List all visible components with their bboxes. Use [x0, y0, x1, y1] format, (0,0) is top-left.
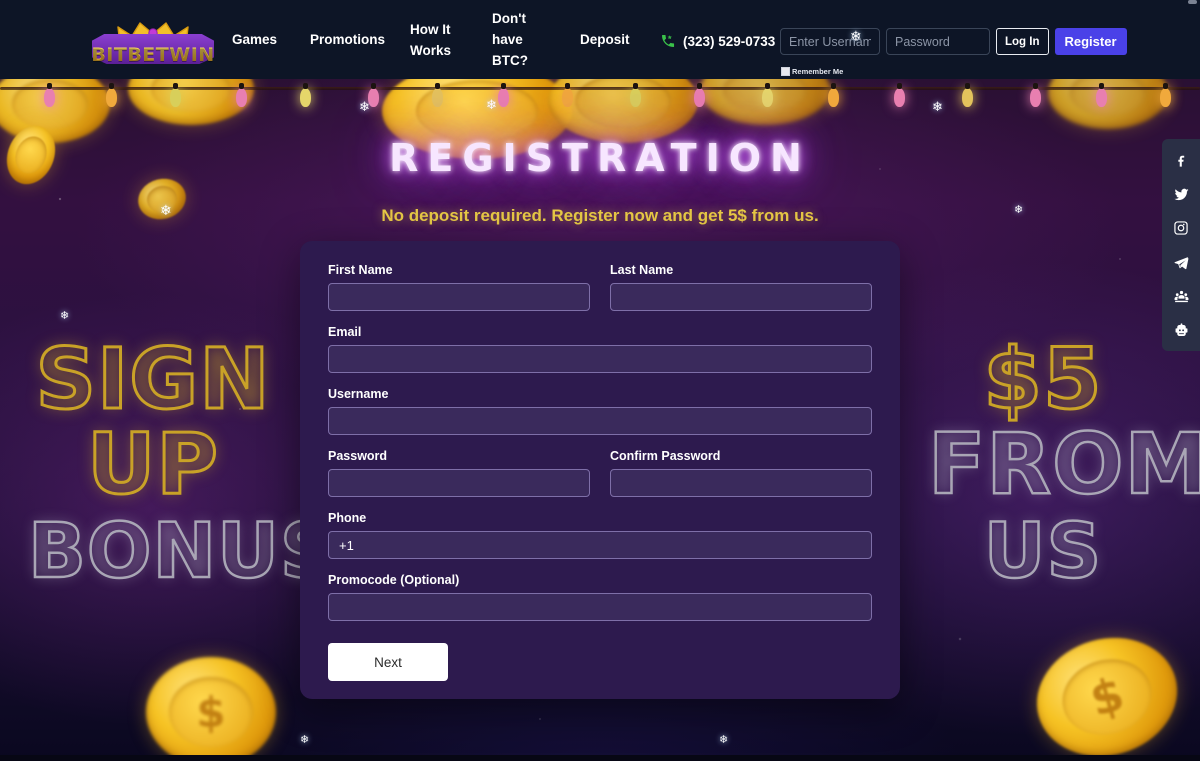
confirm-password-label: Confirm Password — [610, 449, 721, 463]
password-login-input[interactable] — [886, 28, 990, 55]
telegram-icon[interactable] — [1171, 252, 1191, 272]
site-logo[interactable]: BITBETWIN — [91, 8, 214, 70]
phone-label: Phone — [328, 511, 367, 525]
field-group-last-name: Last Name — [610, 263, 872, 311]
register-button[interactable]: Register — [1054, 28, 1127, 55]
light-bulb — [828, 83, 839, 107]
field-group-username: Username — [328, 387, 872, 435]
snowflake-icon: ❄ — [60, 310, 70, 322]
nav-item-deposit[interactable]: Deposit — [570, 29, 666, 50]
remember-me-checkbox[interactable] — [781, 67, 790, 76]
phone-number: (323) 529-0733 — [683, 33, 776, 49]
right-promo-line-1: $5 — [982, 330, 1103, 428]
light-bulb — [236, 83, 247, 107]
logo-text: BITBETWIN — [91, 44, 214, 70]
email-input[interactable] — [328, 345, 872, 373]
light-bulb — [1160, 83, 1171, 107]
field-group-password: Password — [328, 449, 590, 497]
phone-input[interactable] — [328, 531, 872, 559]
scrollbar-thumb[interactable] — [1188, 0, 1197, 4]
nav-item-promotions[interactable]: Promotions — [300, 29, 400, 50]
facebook-icon[interactable] — [1171, 150, 1191, 170]
left-promo-text: SIGN UP BONUS — [27, 330, 336, 595]
right-promo-text: $5 FROM US — [927, 330, 1200, 595]
page-bottom-edge — [0, 755, 1200, 761]
phone-icon — [660, 33, 676, 49]
community-icon[interactable] — [1171, 286, 1191, 306]
password-label: Password — [328, 449, 388, 463]
registration-form-panel: First Name Last Name Email Username Pass… — [300, 241, 900, 699]
password-input[interactable] — [328, 469, 590, 497]
field-group-first-name: First Name — [328, 263, 590, 311]
page-title: REGISTRATION — [389, 136, 811, 180]
string-lights-decoration — [0, 79, 1200, 125]
first-name-label: First Name — [328, 263, 393, 277]
first-name-input[interactable] — [328, 283, 590, 311]
light-bulb — [1096, 83, 1107, 107]
form-row-password: Password Confirm Password — [328, 449, 872, 511]
site-header: BITBETWIN Games Promotions How It Works … — [0, 0, 1200, 79]
username-login-input[interactable] — [780, 28, 880, 55]
light-bulb — [694, 83, 705, 107]
instagram-icon[interactable] — [1171, 218, 1191, 238]
light-bulb — [962, 83, 973, 107]
promocode-input[interactable] — [328, 593, 872, 621]
right-promo-line-3: US — [983, 505, 1103, 595]
login-button[interactable]: Log In — [996, 28, 1049, 55]
last-name-label: Last Name — [610, 263, 674, 277]
light-bulb — [498, 83, 509, 107]
auth-controls: Log In Register — [780, 28, 1127, 55]
snowflake-icon: ❄ — [486, 97, 497, 112]
nav-item-games[interactable]: Games — [222, 29, 300, 50]
light-bulb — [894, 83, 905, 107]
promocode-label: Promocode (Optional) — [328, 573, 460, 587]
light-bulb — [170, 83, 181, 107]
light-bulb — [1030, 83, 1041, 107]
light-bulb — [630, 83, 641, 107]
twitter-icon[interactable] — [1171, 184, 1191, 204]
light-wire — [0, 87, 1200, 90]
bot-icon[interactable] — [1171, 320, 1191, 340]
light-bulb — [300, 83, 311, 107]
phone-link[interactable]: (323) 529-0733 — [660, 33, 775, 49]
form-row-name: First Name Last Name — [328, 263, 872, 325]
coin-decoration: $ — [146, 657, 276, 761]
nav-item-dont-have-btc[interactable]: Don't have BTC? — [482, 8, 570, 71]
next-button[interactable]: Next — [328, 643, 448, 681]
coin-decoration: $ — [1022, 621, 1192, 761]
confirm-password-input[interactable] — [610, 469, 872, 497]
left-promo-line-3: BONUS — [27, 505, 336, 595]
main-nav: Games Promotions How It Works Don't have… — [222, 0, 666, 79]
snowflake-icon: ❄ — [719, 734, 729, 746]
registration-page: $ $ ❄ ❄ ❄ ❄ ❄ ❄ ❄ ❄ ❄ SIGN UP BONUS $5 F… — [0, 0, 1200, 761]
snowflake-icon: ❄ — [850, 28, 862, 44]
social-rail — [1162, 139, 1200, 351]
right-promo-line-2: FROM — [927, 415, 1200, 514]
field-group-promocode: Promocode (Optional) — [328, 573, 872, 621]
light-bulb — [106, 83, 117, 107]
light-bulb — [762, 83, 773, 107]
field-group-confirm-password: Confirm Password — [610, 449, 872, 497]
light-bulb — [562, 83, 573, 107]
username-input[interactable] — [328, 407, 872, 435]
remember-me-control[interactable]: Remember Me — [781, 67, 843, 76]
nav-item-how-it-works[interactable]: How It Works — [400, 19, 482, 61]
remember-me-label: Remember Me — [792, 67, 844, 76]
field-group-email: Email — [328, 325, 872, 373]
username-label: Username — [328, 387, 389, 401]
snowflake-icon: ❄ — [932, 99, 943, 114]
page-subtitle: No deposit required. Register now and ge… — [381, 206, 819, 225]
left-promo-line-1: SIGN — [34, 330, 271, 428]
field-group-phone: Phone — [328, 511, 872, 559]
light-bulb — [44, 83, 55, 107]
snowflake-icon: ❄ — [300, 734, 310, 746]
snowflake-icon: ❄ — [359, 99, 370, 114]
left-promo-line-2: UP — [86, 415, 220, 514]
light-bulb — [432, 83, 443, 107]
email-label: Email — [328, 325, 362, 339]
last-name-input[interactable] — [610, 283, 872, 311]
